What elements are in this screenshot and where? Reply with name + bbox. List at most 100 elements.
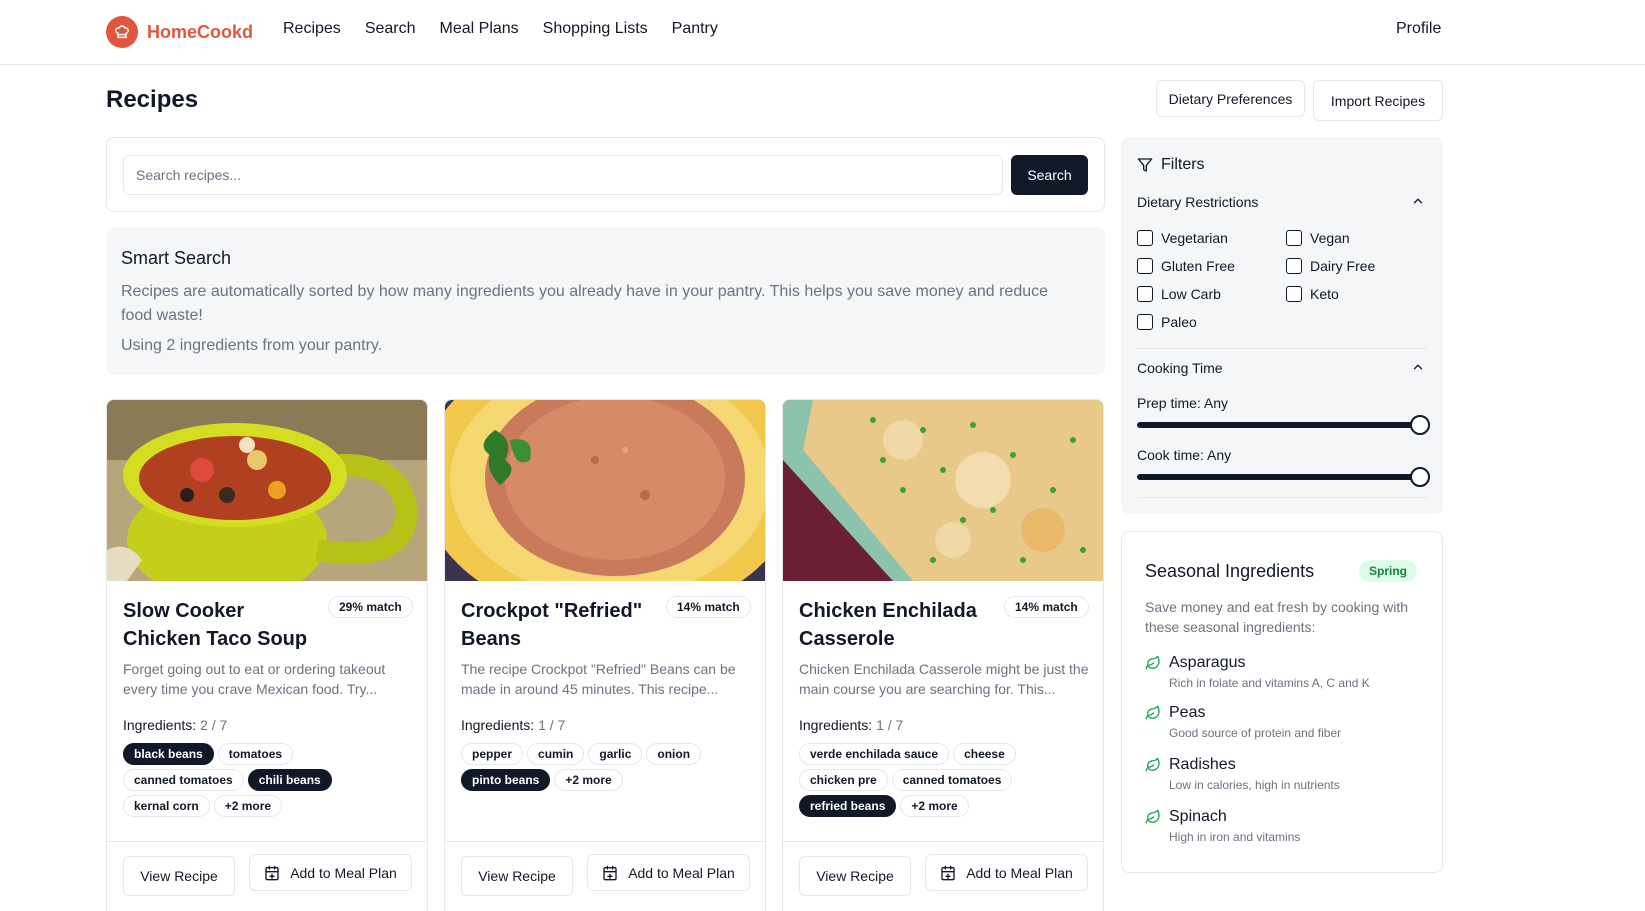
leaf-icon <box>1145 655 1161 676</box>
search-input[interactable] <box>123 155 1003 195</box>
cook-time-label: Cook time: Any <box>1137 447 1232 463</box>
profile-link[interactable]: Profile <box>1396 20 1441 38</box>
match-badge: 14% match <box>666 596 751 618</box>
slider-thumb[interactable] <box>1410 415 1430 435</box>
checkbox-vegetarian[interactable]: Vegetarian <box>1137 230 1228 246</box>
ingredient-chip: canned tomatoes <box>891 769 1013 791</box>
leaf-icon <box>1145 757 1161 778</box>
recipe-card[interactable]: Slow Cooker Chicken Taco Soup 29% match … <box>106 399 428 911</box>
add-to-meal-plan-button[interactable]: Add to Meal Plan <box>587 854 750 891</box>
checkbox-label: Low Carb <box>1161 286 1221 302</box>
checkbox-gluten-free[interactable]: Gluten Free <box>1137 258 1235 274</box>
smart-search-title: Smart Search <box>121 248 232 268</box>
ingredient-chip: chili beans <box>247 769 332 791</box>
recipe-card[interactable]: Chicken Enchilada Casserole 14% match Ch… <box>782 399 1104 911</box>
leaf-icon <box>1145 809 1161 830</box>
ingredient-chip: garlic <box>588 743 643 765</box>
more-ingredients-chip[interactable]: +2 more <box>213 795 283 817</box>
recipe-description: The recipe Crockpot "Refried" Beans can … <box>461 661 736 697</box>
nav-pantry[interactable]: Pantry <box>672 20 718 38</box>
checkbox-label: Paleo <box>1161 314 1197 330</box>
seasonal-description: Save money and eat fresh by cooking with… <box>1145 599 1409 635</box>
smart-search-description: Recipes are automatically sorted by how … <box>121 283 1049 324</box>
checkbox-vegan[interactable]: Vegan <box>1286 230 1350 246</box>
recipe-card[interactable]: Crockpot "Refried" Beans 14% match The r… <box>444 399 766 911</box>
nav-shopping-lists[interactable]: Shopping Lists <box>543 20 648 38</box>
checkbox-box[interactable] <box>1286 230 1302 246</box>
add-to-meal-plan-label: Add to Meal Plan <box>966 864 1073 881</box>
checkbox-box[interactable] <box>1137 286 1153 302</box>
add-to-meal-plan-label: Add to Meal Plan <box>628 864 735 881</box>
ingredients-label: Ingredients: <box>461 717 535 733</box>
chevron-up-icon <box>1411 360 1425 377</box>
checkbox-label: Vegan <box>1310 230 1350 246</box>
dietary-restrictions-title: Dietary Restrictions <box>1137 194 1259 210</box>
ingredient-chip: refried beans <box>799 795 897 817</box>
cook-time-slider[interactable] <box>1137 467 1430 487</box>
seasonal-item-name: Asparagus <box>1169 654 1246 671</box>
checkbox-box[interactable] <box>1286 286 1302 302</box>
top-navbar: HomeCookd Recipes Search Meal Plans Shop… <box>0 0 1645 65</box>
recipe-title[interactable]: Slow Cooker Chicken Taco Soup <box>123 597 323 653</box>
more-ingredients-chip[interactable]: +2 more <box>900 795 969 817</box>
recipe-image[interactable] <box>445 400 765 581</box>
smart-search-panel: Smart Search Recipes are automatically s… <box>106 227 1105 375</box>
checkbox-dairy-free[interactable]: Dairy Free <box>1286 258 1375 274</box>
ingredients-count: 1 / 7 <box>876 717 904 733</box>
cooking-time-toggle[interactable]: Cooking Time <box>1137 360 1427 376</box>
import-recipes-button[interactable]: Import Recipes <box>1313 80 1443 121</box>
filters-header: Filters <box>1137 156 1205 174</box>
checkbox-label: Keto <box>1310 286 1339 302</box>
checkbox-low-carb[interactable]: Low Carb <box>1137 286 1221 302</box>
slider-thumb[interactable] <box>1410 467 1430 487</box>
nav-meal-plans[interactable]: Meal Plans <box>440 20 519 38</box>
checkbox-label: Vegetarian <box>1161 230 1228 246</box>
ingredient-chip: verde enchilada sauce <box>799 743 950 765</box>
ingredients-label: Ingredients: <box>799 717 873 733</box>
calendar-plus-icon <box>602 865 618 881</box>
chevron-up-icon <box>1411 194 1425 211</box>
ingredient-chip: cheese <box>953 743 1016 765</box>
recipe-image[interactable] <box>783 400 1103 581</box>
view-recipe-button[interactable]: View Recipe <box>461 856 573 896</box>
checkbox-box[interactable] <box>1137 314 1153 330</box>
cooking-time-title: Cooking Time <box>1137 360 1223 376</box>
match-badge: 14% match <box>1004 596 1089 618</box>
ingredients-count: 1 / 7 <box>538 717 566 733</box>
view-recipe-button[interactable]: View Recipe <box>799 856 911 896</box>
checkbox-paleo[interactable]: Paleo <box>1137 314 1197 330</box>
checkbox-box[interactable] <box>1137 258 1153 274</box>
view-recipe-button[interactable]: View Recipe <box>123 856 235 896</box>
dietary-preferences-button[interactable]: Dietary Preferences <box>1156 80 1305 117</box>
calendar-plus-icon <box>940 865 956 881</box>
checkbox-box[interactable] <box>1286 258 1302 274</box>
checkbox-keto[interactable]: Keto <box>1286 286 1339 302</box>
more-ingredients-chip[interactable]: +2 more <box>554 769 623 791</box>
recipe-title[interactable]: Crockpot "Refried" Beans <box>461 597 661 653</box>
add-to-meal-plan-button[interactable]: Add to Meal Plan <box>925 854 1088 891</box>
ingredient-chip: chicken pre <box>799 769 888 791</box>
card-divider <box>783 841 1103 842</box>
nav-search[interactable]: Search <box>365 20 416 38</box>
dietary-restrictions-toggle[interactable]: Dietary Restrictions <box>1137 194 1427 210</box>
recipe-image[interactable] <box>107 400 427 581</box>
recipe-title[interactable]: Chicken Enchilada Casserole <box>799 597 999 653</box>
card-divider <box>107 841 427 842</box>
seasonal-ingredients-card: Seasonal Ingredients Spring Save money a… <box>1121 531 1443 873</box>
filter-divider <box>1137 497 1427 498</box>
seasonal-item-note: High in iron and vitamins <box>1169 830 1301 844</box>
ingredients-count: 2 / 7 <box>200 717 228 733</box>
checkbox-box[interactable] <box>1137 230 1153 246</box>
nav-recipes[interactable]: Recipes <box>283 20 341 38</box>
ingredient-chip: canned tomatoes <box>123 769 244 791</box>
search-button[interactable]: Search <box>1011 155 1088 195</box>
leaf-icon <box>1145 705 1161 726</box>
ingredient-chip: onion <box>646 743 702 765</box>
prep-time-slider[interactable] <box>1137 415 1430 435</box>
ingredients-summary: Ingredients: 1 / 7 <box>461 717 565 733</box>
brand-name: HomeCookd <box>147 21 254 42</box>
filter-icon <box>1137 157 1153 173</box>
seasonal-item-note: Rich in folate and vitamins A, C and K <box>1169 676 1370 690</box>
add-to-meal-plan-button[interactable]: Add to Meal Plan <box>249 854 412 891</box>
brand-logo[interactable]: HomeCookd <box>106 16 253 48</box>
